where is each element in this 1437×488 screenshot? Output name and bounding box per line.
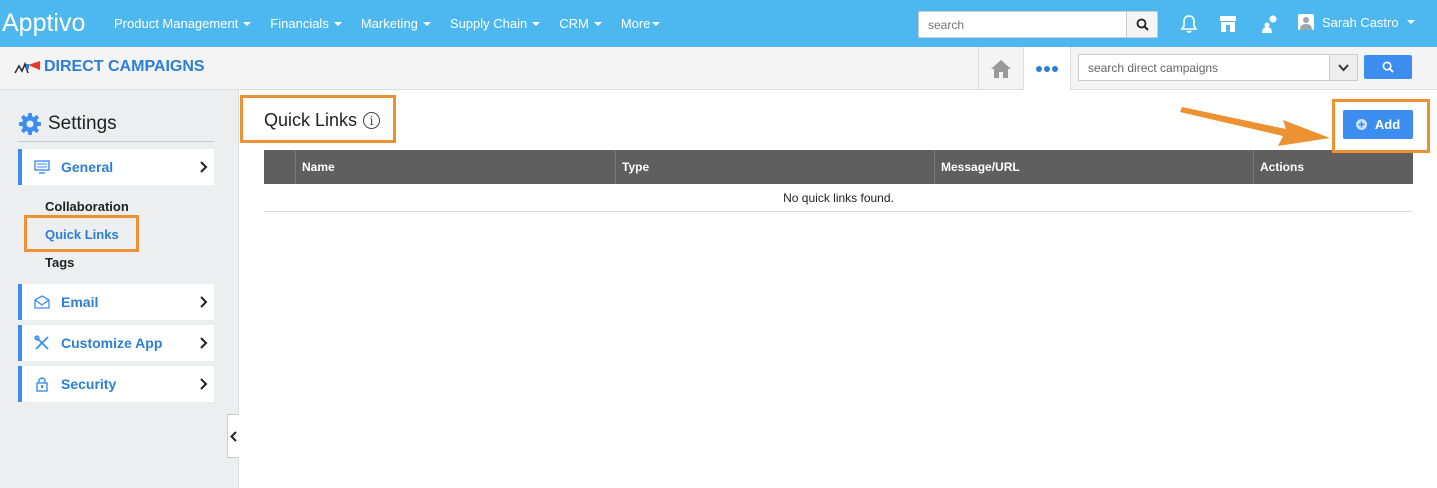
nav-label: Supply Chain [449, 16, 528, 31]
nav-label: Marketing [360, 16, 418, 31]
chevron-right-icon [200, 378, 208, 390]
column-header-name[interactable]: Name [295, 150, 615, 184]
chevron-right-icon [200, 337, 208, 349]
quick-links-table: Name Type Message/URL Actions No quick l… [264, 150, 1413, 212]
caret-down-icon [593, 21, 602, 26]
monitor-icon [33, 158, 51, 176]
divider [18, 141, 214, 142]
chevron-down-icon [1338, 63, 1349, 71]
app-header: DIRECT CAMPAIGNS search direct campaigns [0, 47, 1437, 90]
caret-down-icon [1406, 20, 1415, 24]
nav-label: Financials [270, 16, 329, 31]
envelope-icon [33, 293, 51, 311]
campaign-logo-icon [14, 61, 40, 74]
caret-down-icon [333, 21, 342, 26]
column-header-type[interactable]: Type [615, 150, 934, 184]
highlight-box-quick-links [24, 215, 139, 252]
table-header: Name Type Message/URL Actions [264, 150, 1413, 184]
nav-financials[interactable]: Financials [270, 16, 342, 31]
nav-label: CRM [559, 16, 589, 31]
top-navbar: Apptivo Product Management Financials Ma… [0, 0, 1437, 47]
more-options-button[interactable] [1023, 47, 1071, 90]
user-name: Sarah Castro [1322, 14, 1399, 30]
callout-arrow-icon [1180, 107, 1330, 146]
tools-icon [33, 334, 51, 352]
search-filter-dropdown[interactable] [1330, 54, 1358, 81]
avatar [1298, 14, 1314, 30]
collapse-sidebar-button[interactable] [227, 414, 239, 458]
settings-heading: Settings [18, 112, 117, 136]
column-header-actions: Actions [1253, 150, 1413, 184]
sidebar-item-label: General [61, 159, 114, 175]
app-title[interactable]: DIRECT CAMPAIGNS [14, 58, 205, 76]
nav-label: Product Management [114, 16, 239, 31]
store-icon[interactable] [1217, 13, 1239, 35]
column-header-message-url[interactable]: Message/URL [934, 150, 1253, 184]
nav-marketing[interactable]: Marketing [361, 16, 431, 31]
empty-state-message: No quick links found. [264, 184, 1413, 212]
sidebar-item-label: Security [61, 376, 117, 392]
highlight-box-add [1332, 99, 1430, 153]
main-nav: Product Management Financials Marketing … [114, 0, 679, 47]
nav-more[interactable]: More [621, 16, 661, 31]
bell-icon[interactable] [1178, 13, 1200, 35]
search-button[interactable] [1126, 11, 1158, 38]
nav-product-management[interactable]: Product Management [114, 16, 252, 31]
global-search-input[interactable] [918, 11, 1126, 38]
nav-crm[interactable]: CRM [559, 16, 602, 31]
sidebar-sub-tags[interactable]: Tags [45, 255, 74, 270]
lock-icon [33, 375, 51, 393]
global-search [918, 11, 1158, 38]
chevron-right-icon [200, 296, 208, 308]
settings-title-label: Settings [48, 113, 117, 134]
column-header-select [264, 150, 295, 184]
home-icon [991, 59, 1011, 78]
search-icon [1136, 18, 1149, 31]
highlight-box-title [240, 95, 396, 143]
home-button[interactable] [978, 47, 1023, 90]
app-search: search direct campaigns [1078, 54, 1358, 81]
nav-supply-chain[interactable]: Supply Chain [449, 16, 541, 31]
search-icon [1382, 61, 1394, 73]
caret-down-icon [243, 21, 252, 26]
dot [1036, 65, 1042, 72]
app-search-input[interactable]: search direct campaigns [1078, 54, 1330, 81]
app-title-label: DIRECT CAMPAIGNS [44, 58, 205, 75]
sidebar-item-label: Customize App [61, 335, 163, 351]
people-icon[interactable] [1258, 13, 1280, 35]
sidebar-item-customize-app[interactable]: Customize App [18, 325, 214, 361]
sidebar-item-email[interactable]: Email [18, 284, 214, 320]
app-search-button[interactable] [1364, 55, 1412, 79]
sidebar-item-general[interactable]: General [18, 149, 214, 185]
nav-label: More [620, 16, 651, 31]
chevron-left-icon [230, 430, 237, 442]
caret-down-icon [532, 21, 541, 26]
gear-icon [19, 113, 41, 135]
user-menu[interactable]: Sarah Castro [1298, 14, 1415, 30]
sidebar-item-security[interactable]: Security [18, 366, 214, 402]
caret-down-icon [422, 21, 431, 26]
sidebar-sub-collaboration[interactable]: Collaboration [45, 199, 129, 214]
chevron-right-icon [200, 161, 208, 173]
caret-down-icon [652, 21, 661, 26]
sidebar-item-label: Email [61, 294, 99, 310]
apptivo-logo[interactable]: Apptivo [2, 9, 85, 38]
dot [1052, 65, 1058, 72]
settings-sidebar: Settings General Collaboration Quick Lin… [0, 90, 239, 488]
dot [1044, 65, 1050, 72]
